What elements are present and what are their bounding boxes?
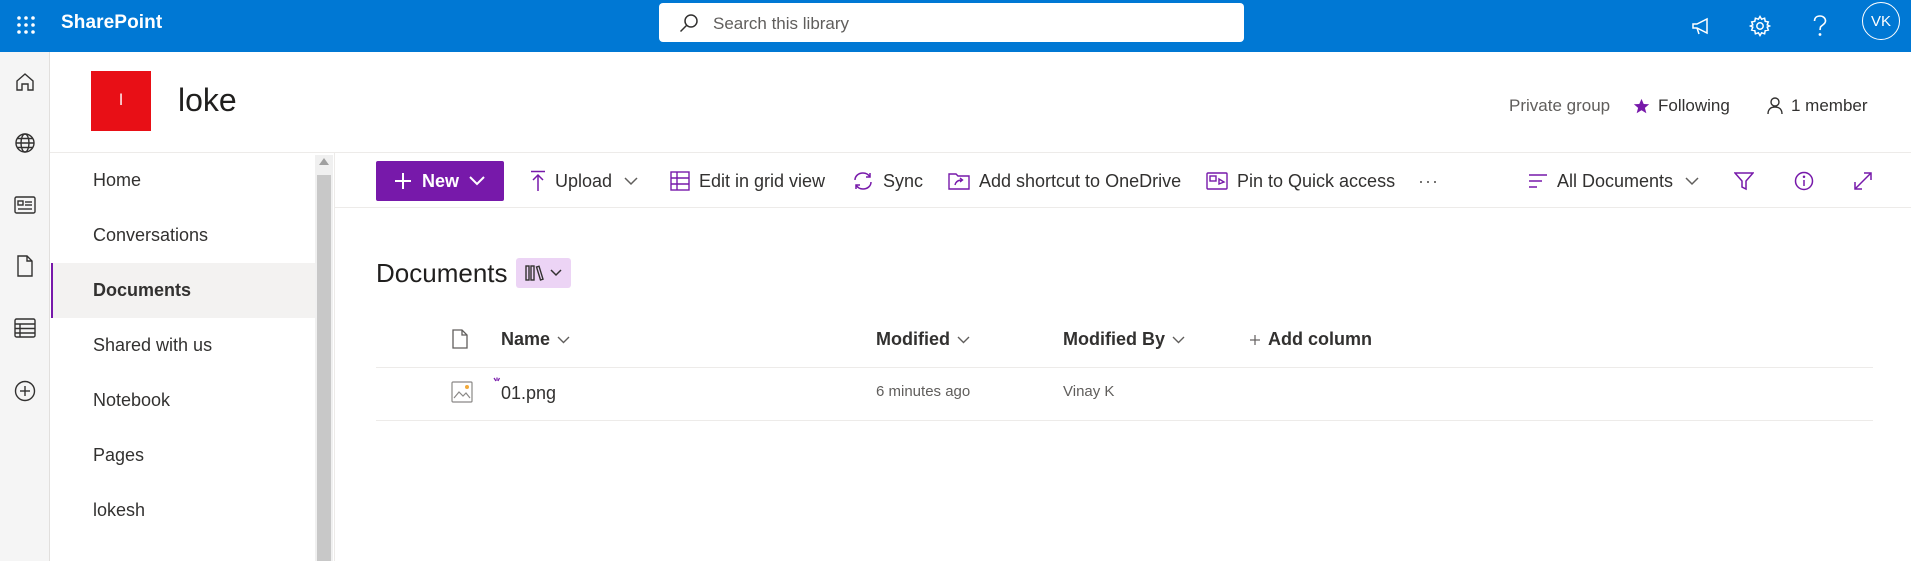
- library-title: Documents: [376, 258, 508, 288]
- info-icon[interactable]: [1789, 166, 1819, 196]
- chevron-down-icon: [550, 269, 562, 277]
- nav-item-pages[interactable]: Pages: [51, 428, 315, 483]
- nav-item-lokesh[interactable]: lokesh: [51, 483, 315, 538]
- following-label: Following: [1658, 96, 1730, 115]
- image-file-icon: [451, 381, 473, 403]
- news-icon[interactable]: [8, 188, 42, 222]
- nav-item-conversations[interactable]: Conversations: [51, 208, 315, 263]
- scroll-thumb[interactable]: [317, 175, 331, 561]
- add-icon[interactable]: [8, 374, 42, 408]
- nav-item-home[interactable]: Home: [51, 153, 315, 208]
- globe-icon[interactable]: [8, 126, 42, 160]
- grid-icon: [670, 171, 699, 191]
- file-type-column-icon[interactable]: [451, 329, 469, 349]
- edit-grid-view-button[interactable]: Edit in grid view: [670, 168, 825, 194]
- new-button[interactable]: New: [376, 161, 504, 201]
- upload-label: Upload: [555, 170, 613, 191]
- chevron-down-icon: [1172, 336, 1185, 344]
- add-column-label: Add column: [1268, 329, 1372, 349]
- site-navigation: Home Conversations Documents Shared with…: [51, 153, 315, 561]
- sync-button[interactable]: Sync: [852, 168, 923, 194]
- new-label: New: [422, 170, 460, 191]
- scroll-up-arrow-icon[interactable]: [319, 158, 329, 165]
- search-box[interactable]: Search this library: [659, 3, 1244, 42]
- gear-icon[interactable]: [1743, 9, 1777, 43]
- app-bar: [0, 52, 50, 561]
- column-header-modified-by[interactable]: Modified By: [1063, 329, 1185, 350]
- lists-icon[interactable]: [8, 311, 42, 345]
- list-header-divider: [376, 367, 1873, 368]
- app-launcher-waffle-icon[interactable]: [9, 8, 43, 42]
- pin-label: Pin to Quick access: [1237, 170, 1396, 191]
- members-button[interactable]: 1 member: [1767, 96, 1868, 116]
- person-icon: [1767, 97, 1783, 115]
- column-header-modified[interactable]: Modified: [876, 329, 970, 350]
- privacy-text: Private group: [1509, 96, 1611, 115]
- nav-scrollbar[interactable]: [315, 155, 333, 561]
- megaphone-icon[interactable]: [1685, 9, 1719, 43]
- library-icon: [525, 265, 545, 281]
- add-column-button[interactable]: Add column: [1249, 329, 1372, 350]
- search-icon: [679, 13, 699, 33]
- column-header-name[interactable]: Name: [501, 329, 570, 350]
- pin-icon: [1206, 171, 1237, 191]
- modified-column-label: Modified: [876, 329, 950, 349]
- shortcut-icon: [948, 171, 979, 191]
- expand-icon[interactable]: [1848, 166, 1878, 196]
- row-divider: [376, 420, 1873, 421]
- suite-header: SharePoint Search this library VK: [0, 0, 1911, 52]
- more-commands-button[interactable]: ···: [1418, 168, 1439, 194]
- modified-by-column-label: Modified By: [1063, 329, 1165, 349]
- sync-label: Sync: [883, 170, 924, 191]
- file-icon[interactable]: [8, 249, 42, 283]
- home-icon[interactable]: [8, 65, 42, 99]
- view-switcher[interactable]: All Documents: [1528, 168, 1708, 194]
- content-divider: [334, 153, 335, 561]
- members-label: 1 member: [1791, 96, 1868, 115]
- avatar[interactable]: VK: [1862, 2, 1900, 40]
- nav-item-notebook[interactable]: Notebook: [51, 373, 315, 428]
- modified-value: 6 minutes ago: [876, 383, 971, 400]
- chevron-down-icon: [624, 176, 647, 186]
- following-button[interactable]: Following: [1633, 96, 1730, 116]
- edit-grid-label: Edit in grid view: [699, 170, 826, 191]
- add-shortcut-button[interactable]: Add shortcut to OneDrive: [948, 168, 1181, 194]
- star-icon: [1633, 98, 1650, 115]
- upload-icon: [530, 170, 555, 192]
- sync-icon: [852, 171, 883, 191]
- nav-item-documents[interactable]: Documents: [51, 263, 315, 318]
- plus-icon: [394, 172, 412, 190]
- filter-icon[interactable]: [1729, 166, 1759, 196]
- app-brand[interactable]: SharePoint: [61, 12, 162, 34]
- modified-by-value[interactable]: Vinay K: [1063, 383, 1114, 400]
- help-icon[interactable]: [1803, 9, 1837, 43]
- view-label: All Documents: [1557, 170, 1674, 191]
- shortcut-label: Add shortcut to OneDrive: [979, 170, 1182, 191]
- nav-item-shared-with-us[interactable]: Shared with us: [51, 318, 315, 373]
- site-logo[interactable]: l: [91, 71, 151, 131]
- more-label: ···: [1418, 170, 1439, 191]
- pin-quick-access-button[interactable]: Pin to Quick access: [1206, 168, 1395, 194]
- file-name-link[interactable]: 01.png: [501, 383, 556, 404]
- upload-button[interactable]: Upload: [530, 168, 647, 194]
- search-input[interactable]: Search this library: [713, 14, 849, 34]
- name-column-label: Name: [501, 329, 551, 349]
- chevron-down-icon: [1685, 176, 1708, 186]
- privacy-label: Private group: [1509, 96, 1610, 116]
- plus-icon: [1249, 334, 1261, 346]
- chevron-down-icon: [957, 336, 970, 344]
- chevron-down-icon: [469, 176, 485, 186]
- library-switcher[interactable]: [516, 258, 571, 288]
- view-list-icon: [1528, 173, 1557, 189]
- site-title[interactable]: loke: [178, 82, 237, 119]
- chevron-down-icon: [557, 336, 570, 344]
